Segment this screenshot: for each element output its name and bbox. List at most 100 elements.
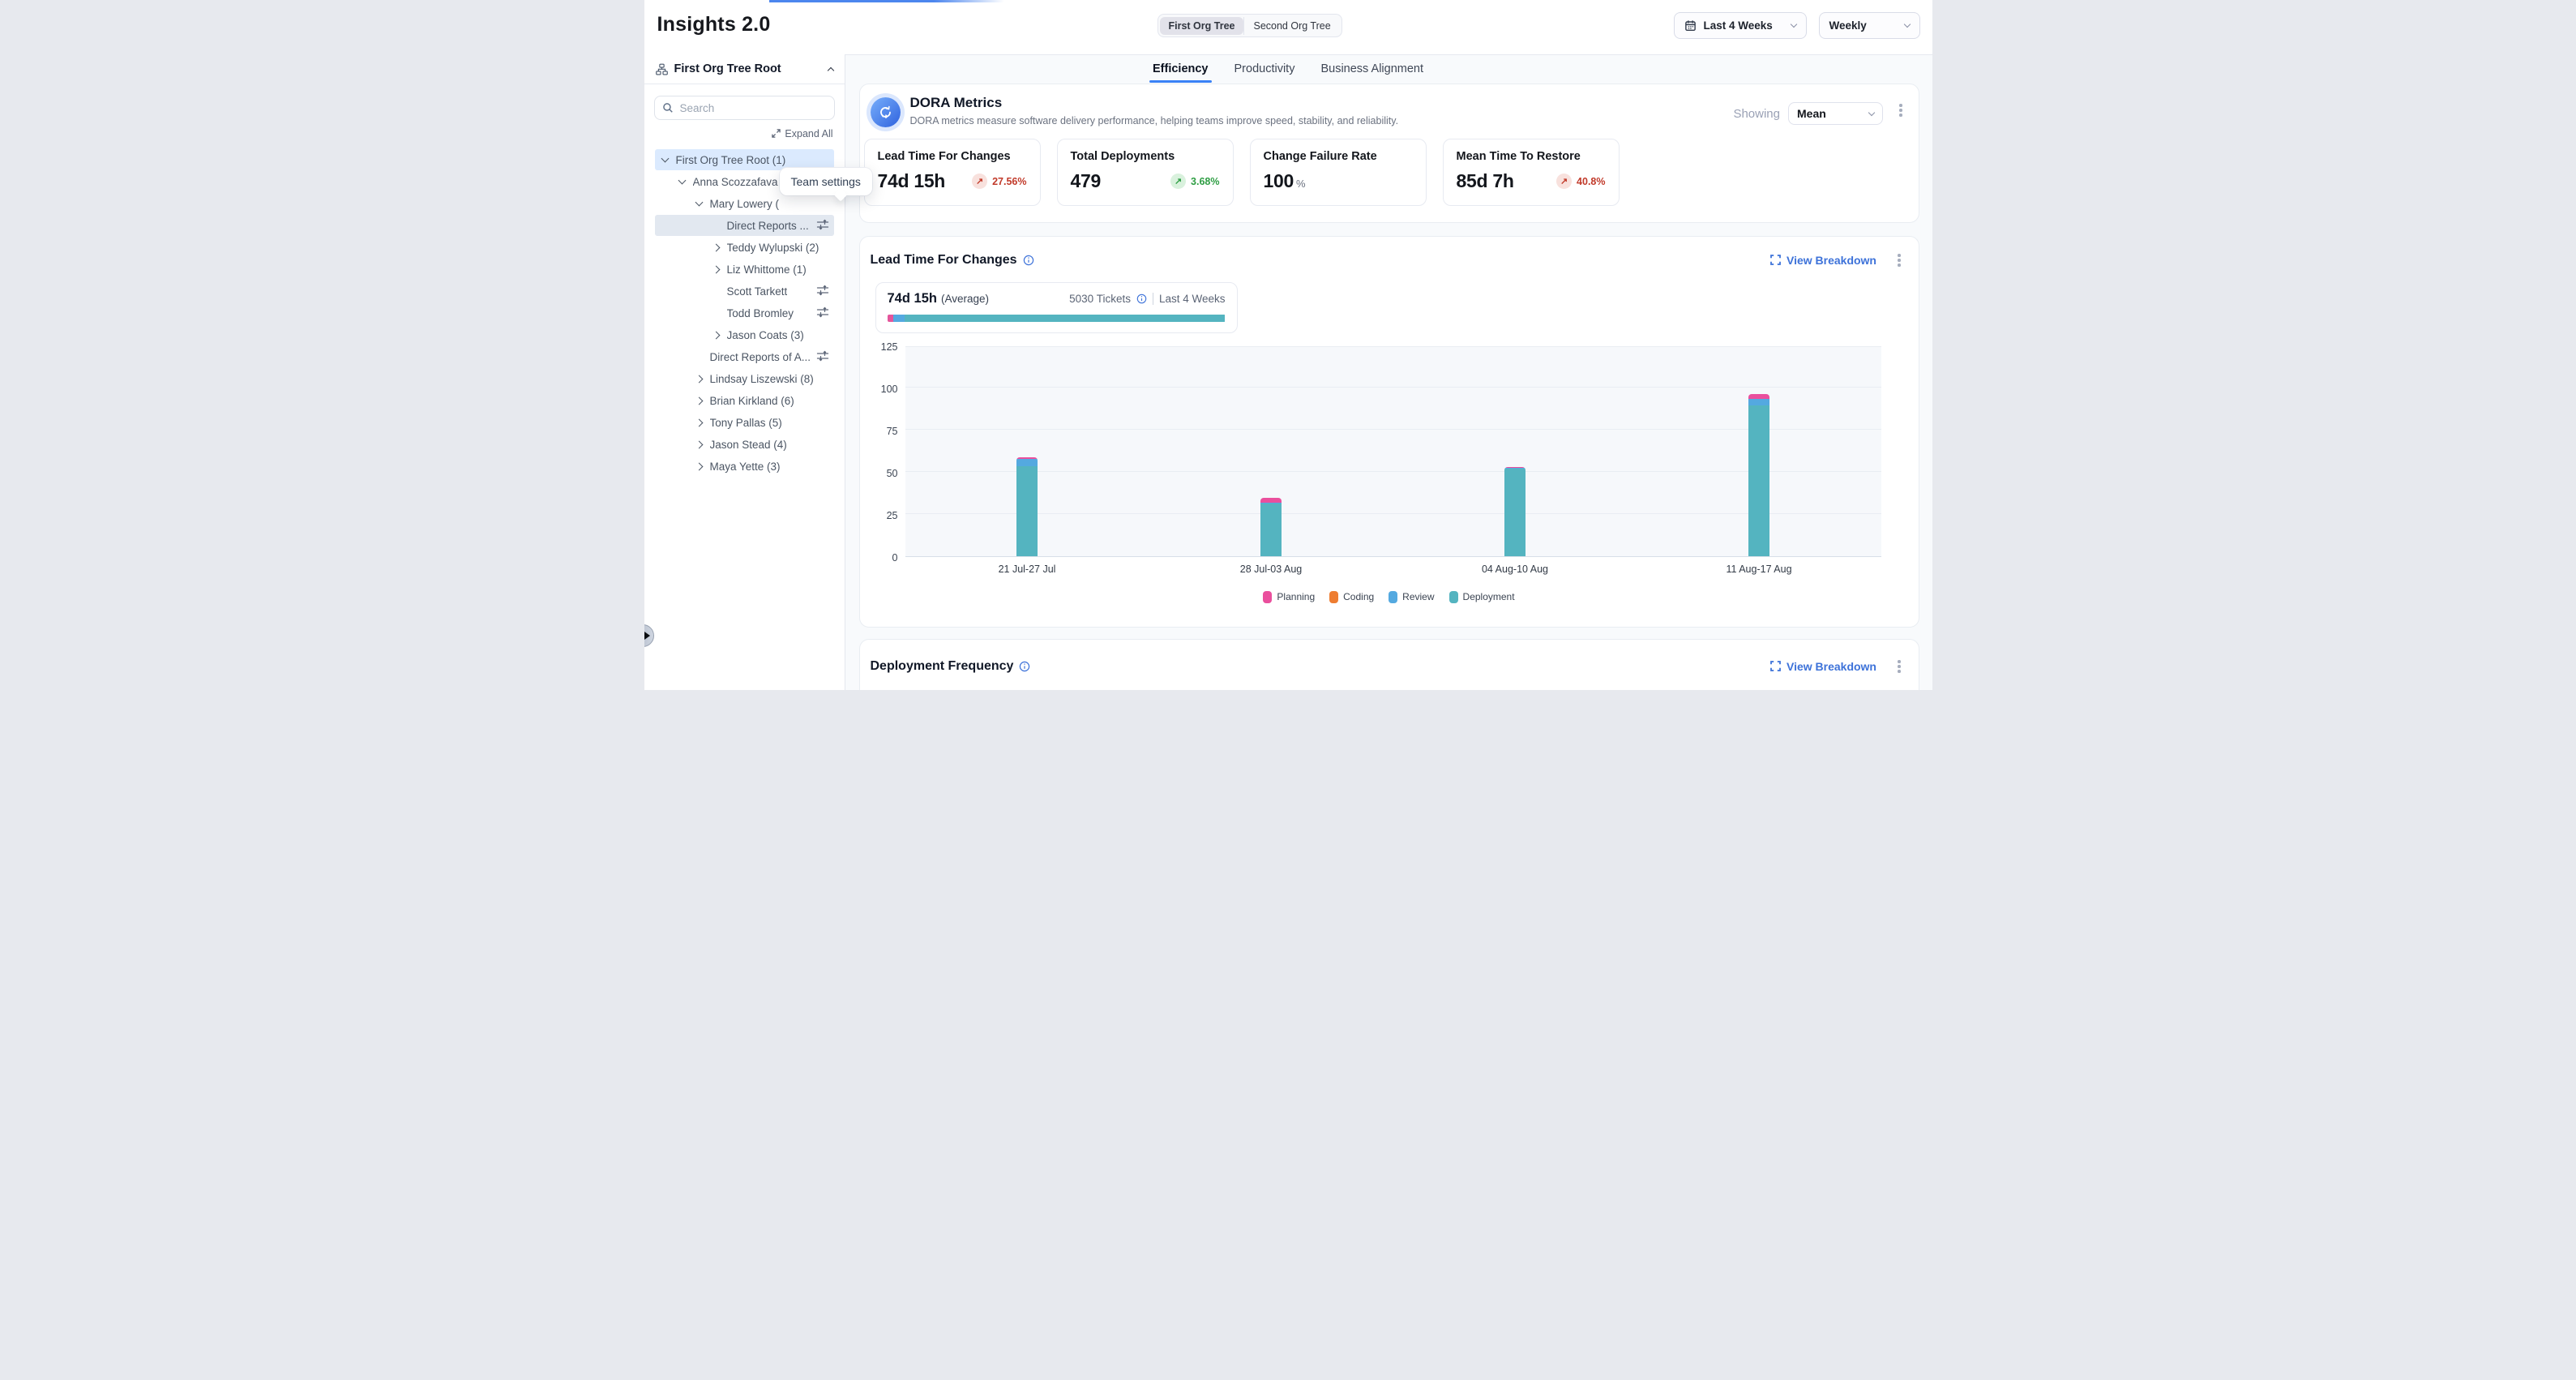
search-input[interactable] [654, 96, 835, 120]
deployment-menu-button[interactable] [1893, 656, 1906, 677]
view-breakdown-button[interactable]: View Breakdown [1770, 660, 1876, 673]
tree-row[interactable]: Scott Tarkett [655, 281, 834, 302]
legend-swatch [1263, 591, 1272, 603]
info-icon[interactable] [1023, 255, 1034, 266]
legend-item-planning[interactable]: Planning [1263, 591, 1315, 603]
main-content: DORA Metrics DORA metrics measure softwa… [845, 55, 1932, 690]
y-axis: 0255075100125 [871, 346, 905, 557]
tree-row[interactable]: Tony Pallas (5) [655, 412, 834, 433]
org-toggle-option[interactable]: First Org Tree [1160, 17, 1244, 35]
chevron-right-icon[interactable] [712, 243, 720, 251]
y-tick-label: 100 [881, 384, 898, 395]
trend-up-icon: ↗ [1556, 174, 1572, 189]
info-icon[interactable] [1019, 661, 1030, 672]
team-settings-icon[interactable] [816, 284, 829, 299]
metric-title: Total Deployments [1071, 150, 1220, 163]
tree-row[interactable]: Maya Yette (3) [655, 456, 834, 477]
lead-time-menu-button[interactable] [1893, 250, 1906, 271]
view-tabs: Efficiency Productivity Business Alignment [644, 55, 1932, 82]
tree-row[interactable]: Lindsay Liszewski (8) [655, 368, 834, 389]
chevron-right-icon[interactable] [695, 418, 703, 426]
tree-row[interactable]: Direct Reports ... [655, 215, 834, 236]
tree-row[interactable]: Teddy Wylupski (2) [655, 237, 834, 258]
tree-row[interactable]: Jason Stead (4) [655, 434, 834, 455]
tree-node-label: Brian Kirkland (6) [710, 395, 794, 407]
legend-label: Coding [1343, 591, 1374, 602]
tree-row[interactable]: Mary Lowery ( [655, 193, 834, 214]
metric-title: Change Failure Rate [1264, 150, 1413, 163]
view-breakdown-button[interactable]: View Breakdown [1770, 254, 1876, 267]
metric-value-row: 100% [1264, 170, 1413, 192]
stacked-bar[interactable] [1260, 498, 1282, 556]
org-toggle-option[interactable]: Second Org Tree [1243, 17, 1339, 35]
chevron-down-icon[interactable] [695, 199, 703, 207]
stacked-bar[interactable] [1748, 394, 1769, 555]
lead-time-title: Lead Time For Changes [871, 253, 1034, 268]
progress-segment-planning [888, 315, 893, 322]
progress-segment-review [893, 315, 905, 322]
tree-node-label: Tony Pallas (5) [710, 417, 782, 429]
gridline [905, 387, 1881, 388]
tree-row[interactable]: Todd Bromley [655, 302, 834, 324]
showing-label: Showing [1733, 107, 1780, 121]
chevron-right-icon[interactable] [695, 375, 703, 383]
trend-up-icon: ↗ [1170, 174, 1186, 189]
tree-row[interactable]: Brian Kirkland (6) [655, 390, 834, 411]
tickets-count: 5030 Tickets [1069, 293, 1131, 305]
deployment-frequency-section: Deployment Frequency View Breakdown [859, 639, 1919, 690]
gridline [905, 429, 1881, 430]
metric-value: 85d 7h [1457, 170, 1514, 192]
tab-business-alignment[interactable]: Business Alignment [1319, 57, 1425, 81]
bar-segment-deployment [1016, 466, 1038, 555]
progress-segment-deployment [905, 315, 1226, 322]
chevron-down-icon[interactable] [678, 177, 686, 185]
stacked-bar[interactable] [1504, 467, 1525, 556]
legend-label: Deployment [1463, 591, 1515, 602]
dora-menu-button[interactable] [1894, 100, 1907, 121]
app-window: Insights 2.0 First Org TreeSecond Org Tr… [644, 0, 1932, 690]
delta-value: 40.8% [1577, 176, 1605, 187]
chevron-right-icon[interactable] [712, 265, 720, 273]
aggregation-dropdown[interactable]: Mean [1788, 102, 1883, 125]
legend-label: Review [1402, 591, 1434, 602]
granularity-dropdown[interactable]: Weekly [1819, 12, 1920, 39]
team-settings-tooltip: Team settings [780, 168, 872, 195]
tree-node-label: Mary Lowery ( [710, 198, 780, 210]
metric-unit: % [1296, 178, 1305, 190]
chevron-right-icon[interactable] [695, 396, 703, 405]
delta-badge: ↗3.68% [1170, 174, 1219, 189]
metric-value: 100% [1264, 170, 1306, 192]
main-panel: DORA Metrics DORA metrics measure softwa… [845, 54, 1932, 690]
x-tick-label: 11 Aug-17 Aug [1726, 564, 1791, 575]
chevron-down-icon[interactable] [661, 155, 669, 163]
tab-efficiency[interactable]: Efficiency [1151, 57, 1210, 81]
tree-node-label: Maya Yette (3) [710, 461, 781, 473]
chevron-right-icon[interactable] [695, 462, 703, 470]
tree-row[interactable]: Liz Whittome (1) [655, 259, 834, 280]
team-settings-icon[interactable] [816, 218, 829, 234]
chart-legend: Planning Coding Review Deployment [860, 591, 1919, 603]
expand-all-button[interactable]: Expand All [772, 128, 832, 139]
stacked-bar[interactable] [1016, 457, 1038, 556]
tree-node-label: First Org Tree Root (1) [676, 154, 786, 166]
legend-item-coding[interactable]: Coding [1329, 591, 1374, 603]
team-settings-icon[interactable] [816, 306, 829, 321]
team-settings-icon[interactable] [816, 349, 829, 365]
date-range-dropdown[interactable]: Last 4 Weeks [1674, 12, 1807, 39]
legend-item-deployment[interactable]: Deployment [1449, 591, 1515, 603]
info-icon[interactable] [1136, 294, 1147, 304]
period-label: Last 4 Weeks [1159, 293, 1226, 305]
legend-swatch [1449, 591, 1458, 603]
tree-row[interactable]: Direct Reports of A... [655, 346, 834, 367]
metric-title: Lead Time For Changes [878, 150, 1027, 163]
lead-time-section: Lead Time For Changes View Breakdown 74d… [859, 236, 1919, 628]
chevron-right-icon[interactable] [712, 331, 720, 339]
org-tree-toggle[interactable]: First Org TreeSecond Org Tree [1157, 14, 1342, 37]
chevron-right-icon[interactable] [695, 440, 703, 448]
tab-productivity[interactable]: Productivity [1233, 57, 1297, 81]
granularity-value: Weekly [1829, 19, 1867, 32]
metric-card: Lead Time For Changes74d 15h↗27.56% [864, 139, 1041, 206]
legend-item-review[interactable]: Review [1389, 591, 1434, 603]
tree-row[interactable]: Jason Coats (3) [655, 324, 834, 345]
lead-time-chart: 0255075100125 [860, 333, 1919, 557]
